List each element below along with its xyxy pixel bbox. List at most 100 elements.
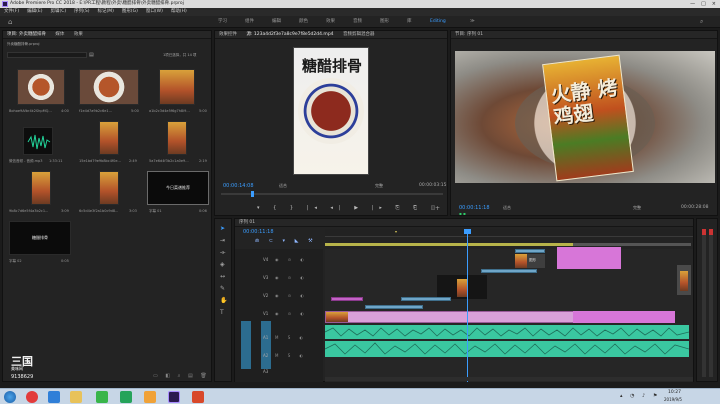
menu-window[interactable]: 窗口(W) [146,8,163,16]
ripple-edit-tool-icon[interactable]: ⟛ [220,249,225,257]
track-label-v4[interactable]: V4 [263,257,268,262]
source-zoom-dropdown[interactable]: 完整 [375,183,383,189]
audio-track-toggles[interactable]: M S ◐ [275,353,307,358]
tab-source[interactable]: 源: 123a4d2f3e7a8c9e7f8e5d2d4.mp4 [246,32,333,37]
tab-effect-controls[interactable]: 效果控件 [219,32,237,37]
app-taskbar-icon[interactable] [192,391,204,403]
media-thumbnail[interactable] [167,121,187,155]
folder-icon[interactable] [70,391,82,403]
overlay-video-card[interactable]: 火静 烤鸡翅 [542,54,634,182]
clip-title[interactable] [331,297,363,301]
minimize-button[interactable]: — [690,0,695,8]
timeline-toolbar[interactable]: ⋒ ⊂ ▾ ◣ ⚒ [255,238,317,244]
clip-v1-pink-end[interactable] [573,311,675,323]
media-thumbnail[interactable] [159,69,195,105]
menu-edit[interactable]: 编辑(E) [27,8,42,16]
work-area-bar[interactable] [325,243,573,246]
slip-tool-icon[interactable]: ↔ [220,273,225,280]
media-thumbnail[interactable] [17,69,65,105]
chat-app-icon[interactable] [120,391,132,403]
menu-graphics[interactable]: 图形(G) [122,8,138,16]
marker-icon[interactable]: ▾ [395,229,397,234]
workspace-learning[interactable]: 学习 [218,16,227,28]
menu-sequence[interactable]: 序列(S) [74,8,89,16]
tab-audio-mixer[interactable]: 音频剪辑混合器 [343,32,375,37]
track-label-a1[interactable]: A1 [263,335,268,340]
home-icon[interactable]: ⌂ [8,16,12,28]
clock-time[interactable]: 10:27 [668,390,681,395]
source-transport-controls[interactable]: ▾ { } |◂ ◂| ▶ |▸ ⎘ ⎗ ◫ [257,205,441,211]
razor-tool-icon[interactable]: ◈ [220,261,225,268]
tab-project[interactable]: 项目: 外卖糖醋排骨 [7,32,46,37]
source-add-button[interactable]: + [435,205,440,212]
audio-clip-a2[interactable] [324,341,690,357]
workspace-editing-active[interactable]: Editing [430,16,446,28]
clip-black[interactable] [437,275,487,299]
menu-file[interactable]: 文件(F) [4,8,19,16]
media-thumbnail[interactable] [99,121,119,155]
track-toggles[interactable]: ◉ ⊙ ◐ [275,275,308,280]
workspace-more[interactable]: ≫ [470,16,475,28]
program-video-frame[interactable]: 火静 烤鸡翅 [455,51,715,183]
track-toggles[interactable]: ◉ ⊙ ◐ [275,257,308,262]
track-label-a2[interactable]: A2 [263,353,268,358]
source-playhead[interactable] [251,191,254,197]
timeline-scrollbar[interactable] [325,377,693,381]
time-ruler[interactable] [325,229,693,237]
source-patch-v1[interactable] [241,321,251,369]
audio-track-toggles[interactable]: M S ◐ [275,335,307,340]
close-button[interactable]: × [712,0,716,8]
selection-tool-icon[interactable]: ➤ [220,225,225,232]
search-icon[interactable]: ⌕ [700,16,703,28]
track-label-a3[interactable]: A3 [263,369,268,374]
timeline-tracks[interactable]: 图形 [324,229,693,383]
program-monitor-tab[interactable]: 节目: 序列 01 [451,31,717,39]
start-button-icon[interactable] [4,391,16,403]
title-card-thumbnail[interactable]: 糖醋排骨 [9,221,71,255]
track-label-v3[interactable]: V3 [263,275,268,280]
track-toggles[interactable]: ◉ ⊙ ◐ [275,293,308,298]
browser-icon[interactable] [26,391,38,403]
audio-clip-a1[interactable] [324,325,690,339]
type-tool-icon[interactable]: T [220,309,224,316]
workspace-libraries[interactable]: 库 [407,16,412,28]
clip-video[interactable] [365,305,423,309]
timeline-tab[interactable]: 序列 01 [235,219,693,227]
project-panel-tools[interactable]: ▭ ◧ ⌕ ▤ 🗑 [153,373,210,379]
wechat-icon[interactable] [96,391,108,403]
timeline-playhead[interactable] [467,229,468,383]
clip-video[interactable] [481,269,537,273]
track-label-v1[interactable]: V1 [263,311,268,316]
clip-graphics[interactable] [515,249,545,253]
premiere-taskbar-icon[interactable] [168,391,180,403]
media-thumbnail[interactable] [79,69,139,105]
clip-pink[interactable] [557,247,621,269]
source-fit-dropdown[interactable]: 适合 [279,183,287,189]
media-app-icon[interactable] [144,391,156,403]
track-label-v2[interactable]: V2 [263,293,268,298]
source-patch-a1[interactable] [261,321,271,369]
media-thumbnail[interactable] [99,171,119,205]
track-toggles[interactable]: ◉ ⊙ ◐ [275,311,308,316]
project-search-input[interactable] [7,52,87,58]
menu-clip[interactable]: 剪辑(C) [50,8,66,16]
playhead-handle[interactable] [464,229,471,234]
workspace-assembly[interactable]: 组件 [245,16,254,28]
workspace-color[interactable]: 颜色 [299,16,308,28]
ie-icon[interactable] [48,391,60,403]
title-card-thumbnail[interactable]: 今日菜谱推荐 [147,171,209,205]
workspace-audio[interactable]: 音频 [353,16,362,28]
source-timecode-in[interactable]: 00:00:14:08 [223,183,254,189]
system-tray-icons[interactable]: ▴ ◔ ♪ ⚑ [620,393,660,399]
new-bin-icon[interactable]: ▤ [89,52,94,58]
source-video-frame[interactable]: 糖醋排骨 [293,47,369,175]
clip-thumbnail-strip[interactable]: 图形 [515,254,545,268]
workspace-graphics[interactable]: 图形 [380,16,389,28]
source-scrub-bar[interactable] [221,193,443,195]
timeline-timecode[interactable]: 00:00:11:18 [243,229,274,235]
program-zoom-dropdown[interactable]: 完整 [633,205,641,211]
maximize-button[interactable]: □ [701,0,706,8]
tab-effects[interactable]: 效果 [74,32,83,37]
track-select-tool-icon[interactable]: ⇥ [220,237,225,244]
clock-date[interactable]: 2019/9/5 [664,397,682,402]
